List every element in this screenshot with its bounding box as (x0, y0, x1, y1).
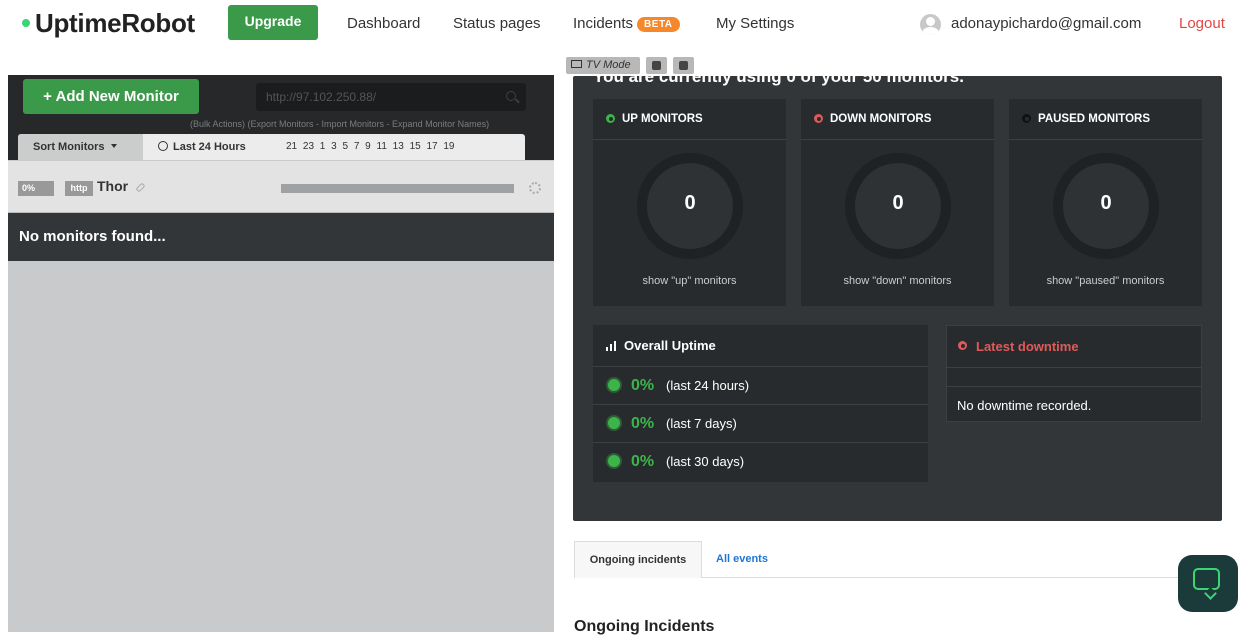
facebook-icon (679, 61, 688, 70)
nav-incidents[interactable]: Incidents BETA (573, 15, 680, 32)
paused-monitors-title: PAUSED MONITORS (1009, 99, 1202, 140)
twitter-button[interactable] (646, 57, 667, 74)
down-monitors-title: DOWN MONITORS (801, 99, 994, 140)
time-range-label: Last 24 Hours (158, 134, 246, 160)
uptime-percent-badge: 0% (18, 181, 54, 196)
up-count-ring: 0 (637, 153, 743, 259)
monitor-usage-headline: You are currently using 0 of your 50 mon… (593, 76, 964, 86)
gear-icon[interactable] (529, 182, 541, 194)
user-avatar-icon (920, 14, 941, 35)
overall-uptime-box: Overall Uptime 0% (last 24 hours) 0% (last… (593, 325, 928, 482)
up-monitors-title: UP MONITORS (593, 99, 786, 140)
brand-logo[interactable]: UptimeRobot (22, 8, 195, 39)
monitor-type-badge: http (65, 181, 93, 196)
paused-count: 0 (1100, 192, 1112, 214)
monitor-list-header: + Add New Monitor (Bulk Actions) (Export… (8, 75, 554, 160)
paused-count-ring: 0 (1053, 153, 1159, 259)
down-monitors-title-text: DOWN MONITORS (830, 113, 932, 125)
dashboard-stats-panel: You are currently using 0 of your 50 mon… (573, 76, 1222, 521)
brand-name: UptimeRobot (35, 8, 195, 38)
show-up-monitors-link[interactable]: show "up" monitors (593, 275, 786, 287)
bar-chart-icon (606, 340, 618, 351)
downtime-spacer (947, 368, 1201, 387)
facebook-button[interactable] (673, 57, 694, 74)
up-monitors-title-text: UP MONITORS (622, 113, 703, 125)
paused-monitors-title-text: PAUSED MONITORS (1038, 113, 1151, 125)
paused-monitors-box: PAUSED MONITORS 0 show "paused" monitors (1009, 99, 1202, 306)
tab-divider (702, 577, 1210, 578)
show-down-monitors-link[interactable]: show "down" monitors (801, 275, 994, 287)
latest-downtime-box: Latest downtime No downtime recorded. (946, 325, 1202, 422)
tv-mode-button[interactable]: TV Mode (566, 57, 640, 74)
monitor-search (256, 83, 526, 111)
logout-link[interactable]: Logout (1179, 15, 1225, 32)
no-monitors-message: No monitors found... (8, 213, 554, 261)
hour-ticks: 21 23 1 3 5 7 9 11 13 15 17 19 (286, 141, 455, 152)
uptime-value: 0% (631, 415, 655, 432)
status-dot-icon (814, 114, 823, 123)
ongoing-incidents-heading: Ongoing Incidents (574, 618, 715, 635)
overall-uptime-title-text: Overall Uptime (624, 338, 716, 353)
uptime-period: (last 24 hours) (666, 378, 750, 393)
latest-downtime-title-text: Latest downtime (976, 339, 1079, 354)
nav-status-pages[interactable]: Status pages (453, 15, 541, 32)
nav-incidents-label: Incidents (573, 15, 634, 32)
status-dot-icon (606, 114, 615, 123)
uptime-bar (281, 184, 514, 193)
status-dot-icon (1022, 114, 1031, 123)
badge-icon (608, 417, 620, 429)
bulk-actions-links[interactable]: (Bulk Actions) (Export Monitors - Import… (190, 119, 489, 129)
badge-icon (608, 455, 620, 467)
link-icon[interactable] (135, 182, 146, 193)
uptime-value: 0% (631, 453, 655, 470)
beta-badge: BETA (637, 16, 680, 32)
status-dot-icon (958, 341, 967, 350)
add-new-monitor-button[interactable]: + Add New Monitor (23, 79, 199, 114)
down-monitors-box: DOWN MONITORS 0 show "down" monitors (801, 99, 994, 306)
sort-monitors-label: Sort Monitors (33, 141, 105, 153)
tab-all-events[interactable]: All events (716, 541, 768, 578)
time-range-text: Last 24 Hours (173, 141, 246, 153)
up-count: 0 (684, 192, 696, 214)
nav-dashboard[interactable]: Dashboard (347, 15, 420, 32)
search-icon[interactable] (506, 91, 516, 101)
down-count-ring: 0 (845, 153, 951, 259)
monitor-name[interactable]: Thor (97, 178, 128, 194)
uptime-period: (last 7 days) (666, 416, 737, 431)
upgrade-button[interactable]: Upgrade (228, 5, 318, 40)
uptime-row: 0% (last 7 days) (593, 405, 928, 443)
tv-icon (571, 60, 582, 69)
clock-icon (158, 141, 168, 152)
monitor-row[interactable]: 0% http Thor (8, 161, 554, 213)
uptime-row: 0% (last 30 days) (593, 443, 928, 480)
tv-mode-label: TV Mode (586, 59, 631, 71)
chat-bubble-icon (1193, 568, 1220, 590)
search-input[interactable] (266, 83, 486, 111)
down-count: 0 (892, 192, 904, 214)
uptime-row: 0% (last 24 hours) (593, 367, 928, 405)
logo-dot-icon (22, 19, 30, 28)
show-paused-monitors-link[interactable]: show "paused" monitors (1009, 275, 1202, 287)
caret-down-icon (110, 144, 117, 149)
uptime-value: 0% (631, 377, 655, 394)
nav-my-settings[interactable]: My Settings (716, 15, 794, 32)
overall-uptime-title: Overall Uptime (593, 325, 928, 367)
sort-bar: Sort Monitors Last 24 Hours 21 23 1 3 5 … (18, 134, 525, 160)
up-monitors-box: UP MONITORS 0 show "up" monitors (593, 99, 786, 306)
badge-icon (608, 379, 620, 391)
monitor-list-panel: + Add New Monitor (Bulk Actions) (Export… (8, 75, 554, 632)
chat-widget-button[interactable] (1178, 555, 1238, 612)
sort-monitors-dropdown[interactable]: Sort Monitors (18, 134, 143, 160)
no-downtime-text: No downtime recorded. (957, 398, 1092, 413)
tab-ongoing-incidents[interactable]: Ongoing incidents (574, 541, 702, 578)
top-navbar: UptimeRobot Upgrade Dashboard Status pag… (0, 0, 1255, 50)
uptime-period: (last 30 days) (666, 454, 745, 469)
user-email: adonaypichardo@gmail.com (951, 15, 1142, 32)
twitter-icon (652, 61, 661, 70)
latest-downtime-title: Latest downtime (947, 326, 1201, 368)
